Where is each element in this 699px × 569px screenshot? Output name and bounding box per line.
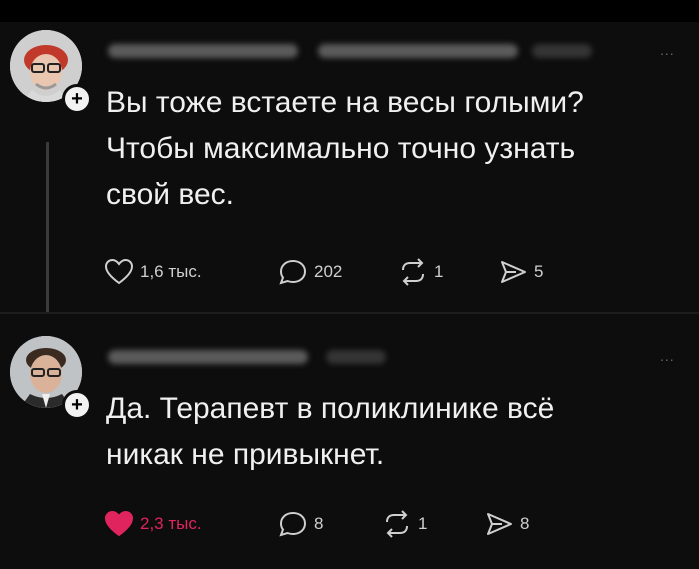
comment-icon <box>279 259 307 285</box>
post-text-line: свой вес. <box>106 178 234 211</box>
follow-plus-icon[interactable]: + <box>62 84 92 114</box>
comment-icon <box>279 511 307 537</box>
post-text-line: Вы тоже встаете на весы голыми? <box>106 86 584 119</box>
share-button[interactable]: 5 <box>498 258 543 286</box>
comment-button[interactable]: 8 <box>278 510 323 538</box>
post-text: Да. Терапевт в поликлинике всё никак не … <box>106 386 686 478</box>
top-frame <box>0 0 699 22</box>
share-button[interactable]: 8 <box>484 510 529 538</box>
share-count: 5 <box>534 262 544 281</box>
heart-icon <box>104 510 134 537</box>
follow-plus-icon[interactable]: + <box>62 390 92 420</box>
post-text: Вы тоже встаете на весы голыми? Чтобы ма… <box>106 80 686 218</box>
more-icon[interactable]: ... <box>660 348 675 364</box>
username-blurred <box>108 350 308 364</box>
like-button[interactable]: 1,6 тыс. <box>104 258 202 286</box>
timestamp-blurred <box>532 44 592 58</box>
comment-button[interactable]: 202 <box>278 258 342 286</box>
share-icon <box>501 261 526 283</box>
like-count: 2,3 тыс. <box>140 514 202 533</box>
repost-button[interactable]: 1 <box>398 258 443 286</box>
like-count: 1,6 тыс. <box>140 262 202 281</box>
handle-blurred <box>318 44 518 58</box>
post-card: + ... Да. Терапевт в поликлинике всё ник… <box>0 314 699 569</box>
timestamp-blurred <box>326 350 386 364</box>
post-text-line: никак не привыкнет. <box>106 438 385 471</box>
comment-count: 202 <box>314 262 343 281</box>
post-card: + ... Вы тоже встаете на весы голыми? Чт… <box>0 22 699 312</box>
repost-button[interactable]: 1 <box>382 510 427 538</box>
post-text-line: Да. Терапевт в поликлинике всё <box>106 392 555 425</box>
comment-count: 8 <box>314 514 324 533</box>
like-button[interactable]: 2,3 тыс. <box>104 510 202 538</box>
heart-icon <box>104 258 134 285</box>
repost-count: 1 <box>434 262 444 281</box>
repost-icon <box>386 510 408 538</box>
thread-line <box>46 142 49 312</box>
post-text-line: Чтобы максимально точно узнать <box>106 132 576 165</box>
username-blurred <box>108 44 298 58</box>
share-icon <box>487 513 512 535</box>
more-icon[interactable]: ... <box>660 42 675 58</box>
repost-count: 1 <box>418 514 428 533</box>
follow-plus-symbol: + <box>71 88 83 110</box>
repost-icon <box>402 258 424 286</box>
follow-plus-symbol: + <box>71 394 83 416</box>
share-count: 8 <box>520 514 530 533</box>
